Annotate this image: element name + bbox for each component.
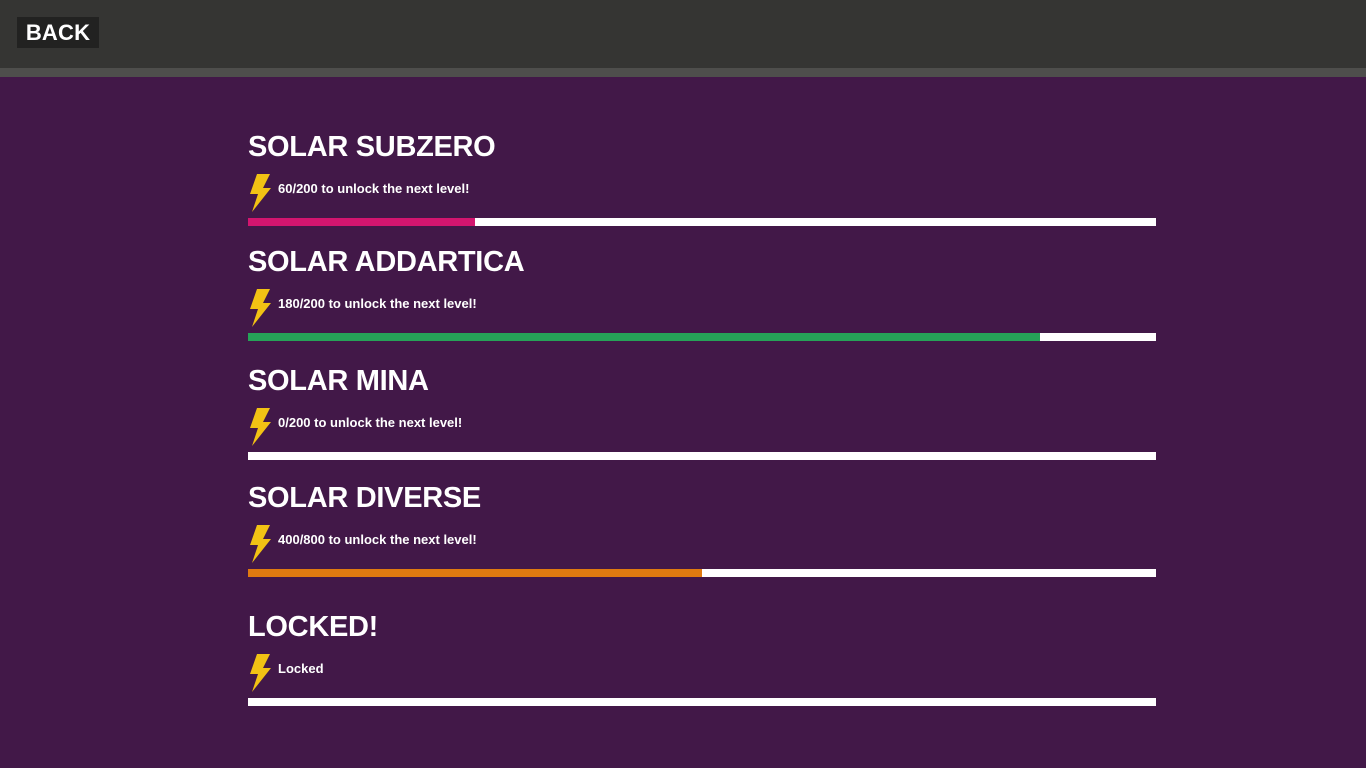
progress-fill (248, 218, 475, 226)
progress-bar (248, 333, 1156, 341)
level-status: 400/800 to unlock the next level! (278, 532, 477, 547)
level-title: SOLAR ADDARTICA (248, 246, 525, 278)
lightning-bolt-icon (250, 408, 271, 446)
back-button[interactable]: BACK (17, 17, 99, 48)
lightning-bolt-icon (250, 289, 271, 327)
level-title: LOCKED! (248, 611, 379, 643)
level-status: 180/200 to unlock the next level! (278, 296, 477, 311)
lightning-bolt-icon (250, 525, 271, 563)
level-title: SOLAR MINA (248, 365, 429, 397)
lightning-bolt-icon (250, 654, 271, 692)
progress-fill (248, 333, 1040, 341)
top-bar: BACK (0, 0, 1366, 68)
top-bar-divider (0, 68, 1366, 77)
level-title: SOLAR DIVERSE (248, 482, 481, 514)
level-status: 60/200 to unlock the next level! (278, 181, 470, 196)
progress-bar (248, 569, 1156, 577)
lightning-bolt-icon (250, 174, 271, 212)
progress-bar (248, 698, 1156, 706)
progress-fill (248, 569, 702, 577)
progress-bar (248, 218, 1156, 226)
level-status: 0/200 to unlock the next level! (278, 415, 463, 430)
level-status: Locked (278, 661, 324, 676)
level-title: SOLAR SUBZERO (248, 131, 496, 163)
progress-bar (248, 452, 1156, 460)
